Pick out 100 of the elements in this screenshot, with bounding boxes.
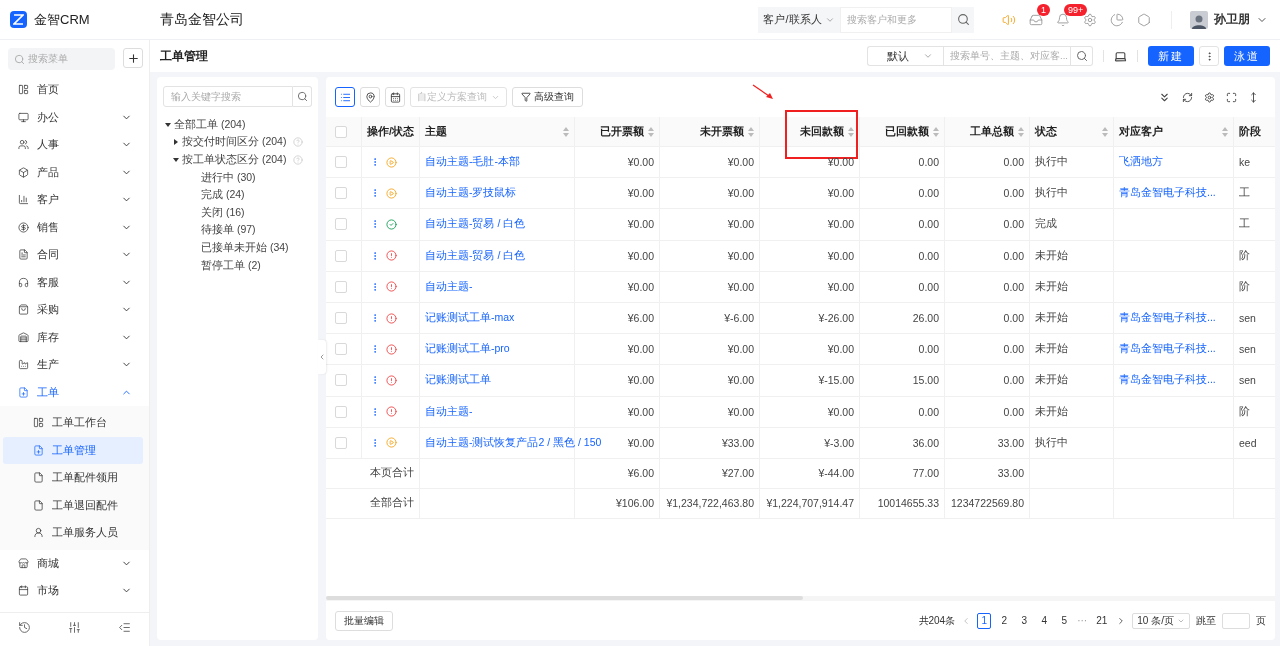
tree-item[interactable]: 进行中 (30) [201,170,256,185]
column-header[interactable]: 已开票额 [600,124,644,139]
menu-item[interactable]: 工单 [0,378,149,406]
menu-item[interactable]: 首页 [0,76,149,104]
submenu-item[interactable]: 工单服务人员 [3,519,143,547]
swimlane-button[interactable]: 泳道 [1224,46,1270,66]
sort-icon[interactable] [1018,126,1024,137]
submenu-item[interactable]: 工单退回配件 [3,491,143,519]
map-pin-view-button[interactable] [360,87,380,107]
caret-right-icon[interactable] [173,139,179,146]
subject-link[interactable]: 自动主题-毛肚-本部 [425,155,520,170]
page-size-select[interactable]: 10 条/页 [1132,612,1190,629]
menu-item[interactable]: 生产 [0,351,149,379]
customer-link[interactable]: 青岛金智电子科技... [1119,342,1216,357]
sort-icon[interactable] [933,126,939,137]
collapse-menu-icon[interactable] [117,621,131,634]
tree-item[interactable]: 完成 (24) [201,188,245,203]
search-button[interactable] [1071,46,1093,66]
calendar-view-button[interactable] [385,87,405,107]
menu-item[interactable]: 客服 [0,268,149,296]
customer-link[interactable]: 飞洒地方 [1119,155,1163,170]
menu-item[interactable]: 办公 [0,103,149,131]
customer-link[interactable]: 青岛金智电子科技... [1119,311,1216,326]
checkbox[interactable] [335,405,347,418]
settings-icon[interactable] [1204,91,1215,103]
checkbox[interactable] [335,125,347,138]
menu-item[interactable]: 客户 [0,186,149,214]
checkbox[interactable] [335,187,347,200]
checkbox[interactable] [335,374,347,387]
user-name[interactable]: 孙卫朋 [1214,11,1250,28]
menu-item[interactable]: 人事 [0,131,149,159]
column-header[interactable]: 操作/状态 [367,124,414,139]
column-header[interactable]: 对应客户 [1119,124,1163,139]
customer-link[interactable]: 青岛金智电子科技... [1119,186,1216,201]
sliders-icon[interactable] [68,621,81,634]
subject-link[interactable]: 自动主题-罗技鼠标 [425,186,517,201]
sort-icon[interactable] [748,126,754,137]
laptop-icon[interactable] [1114,49,1127,63]
search-button[interactable] [952,6,974,33]
sort-icon[interactable] [1222,126,1228,137]
refresh-icon[interactable] [1182,91,1193,103]
checkbox[interactable] [335,343,347,356]
tree-item[interactable]: 关闭 (16) [201,205,245,220]
subject-link[interactable]: 自动主题-测试恢复产品2 / 黑色 / 150 [425,435,602,450]
row-height-icon[interactable] [1248,91,1259,103]
tree-item[interactable]: 已接单未开始 (34) [201,240,289,255]
menu-item[interactable]: 库存 [0,323,149,351]
avatar[interactable] [1190,10,1208,29]
sort-icon[interactable] [648,126,654,137]
tree-item[interactable]: 待接单 (97) [201,223,256,238]
speaker-icon[interactable] [1002,12,1016,27]
add-button[interactable] [123,48,143,68]
submenu-item[interactable]: 工单工作台 [3,409,143,437]
caret-down-icon[interactable] [165,121,171,128]
menu-item[interactable]: 采购 [0,296,149,324]
tree-item[interactable]: 全部工单 (204) [174,117,246,132]
subject-link[interactable]: 自动主题-贸易 / 白色 [425,217,526,232]
menu-item[interactable]: 商城 [0,549,149,577]
advanced-filter-button[interactable]: 高级查询 [512,87,583,107]
checkbox[interactable] [335,436,347,449]
submenu-item[interactable]: 工单配件领用 [3,464,143,492]
tree-item[interactable]: 按工单状态区分 (204) [182,153,287,167]
checkbox[interactable] [335,249,347,262]
subject-link[interactable]: 记账测试工单 [425,373,491,388]
view-select[interactable]: 默认 [867,46,943,66]
tree-item[interactable]: 按交付时间区分 (204) [182,135,287,150]
sort-icon[interactable] [1102,126,1108,137]
checkbox[interactable] [335,218,347,231]
list-view-button[interactable] [335,87,355,107]
checkbox[interactable] [335,280,347,293]
column-header[interactable]: 已回款额 [885,124,929,139]
subject-link[interactable]: 自动主题- [425,404,473,419]
bell-icon[interactable] [1056,12,1070,27]
scope-select[interactable]: 客户/联系人 [758,6,840,33]
history-icon[interactable] [18,621,32,634]
page-button[interactable]: 1 [977,612,992,629]
subject-link[interactable]: 记账测试工单-pro [425,342,510,357]
hexagon-icon[interactable] [1137,12,1151,27]
menu-item[interactable]: 合同 [0,241,149,269]
customer-link[interactable]: 青岛金智电子科技... [1119,373,1216,388]
collapse-handle[interactable] [318,340,326,374]
batch-edit-button[interactable]: 批量编辑 [335,610,393,631]
new-button[interactable]: 新建 [1148,46,1194,66]
caret-down-icon[interactable] [173,157,179,163]
column-header[interactable]: 未开票额 [700,124,744,139]
page-jump-field[interactable] [1222,612,1250,629]
subject-link[interactable]: 自动主题-贸易 / 白色 [425,248,526,263]
column-header[interactable]: 工单总额 [970,124,1014,139]
column-header[interactable]: 阶段 [1239,124,1261,139]
search-button[interactable] [293,86,312,107]
column-header[interactable]: 主题 [425,124,447,139]
fullscreen-icon[interactable] [1226,91,1237,103]
menu-item[interactable]: 销售 [0,213,149,241]
tree-item[interactable]: 暂停工单 (2) [201,258,261,273]
subject-link[interactable]: 自动主题- [425,279,473,294]
menu-item[interactable]: 产品 [0,158,149,186]
checkbox[interactable] [335,312,347,325]
scrollbar[interactable] [326,596,803,600]
column-header[interactable]: 未回款额 [800,124,844,139]
sort-icon[interactable] [848,126,854,137]
